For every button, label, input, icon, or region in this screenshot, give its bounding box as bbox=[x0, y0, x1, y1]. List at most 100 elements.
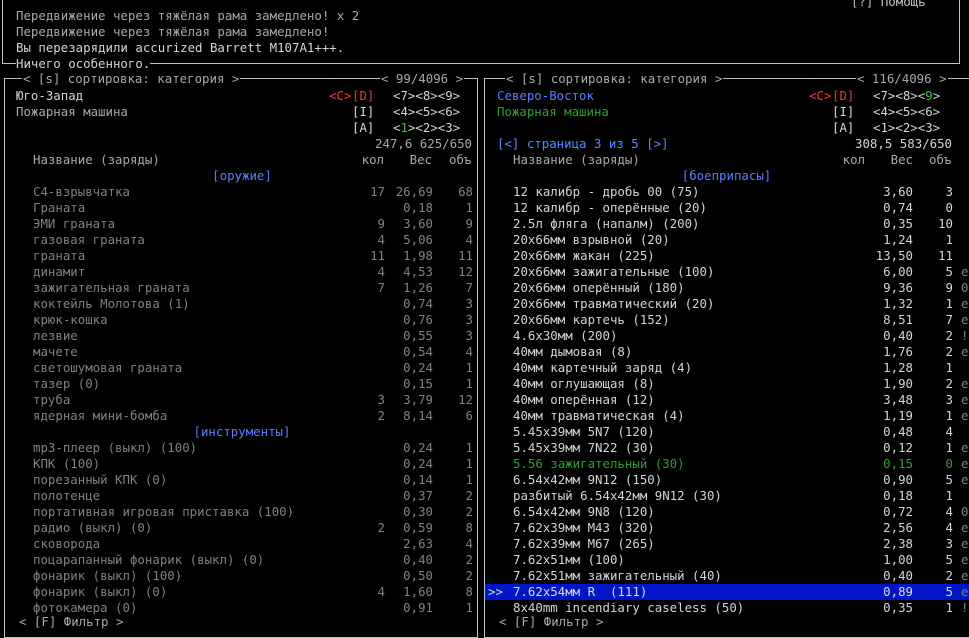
left-sort-button[interactable]: < [s] сортировка: категория > bbox=[22, 72, 241, 86]
right-item-row[interactable]: >> 7.62x54мм R (111) 0,89 5 e bbox=[485, 584, 969, 600]
item-volume: 1 bbox=[945, 488, 953, 503]
right-item-row[interactable]: 6.54x42мм 9N8 (120) 0,72 4 0 bbox=[485, 504, 969, 520]
right-item-row[interactable]: 20x66мм зажигательные (100) 6,00 5 e bbox=[485, 264, 969, 280]
right-header-weight[interactable]: Вес bbox=[873, 152, 913, 168]
right-header-volume[interactable]: объ bbox=[929, 152, 951, 168]
right-item-row[interactable]: 5.45x39мм 5N7 (120) 0,48 4 bbox=[485, 424, 969, 440]
right-page-navigation[interactable]: [<] страница 3 из 5 [>] bbox=[497, 136, 669, 152]
right-item-row[interactable]: 7.62x39мм M67 (265) 2,38 3 e bbox=[485, 536, 969, 552]
left-item-row[interactable]: фонарик (выкл) (0) 4 1,60 8 bbox=[5, 584, 477, 600]
left-item-row[interactable]: крюк-кошка 0,76 3 bbox=[5, 312, 477, 328]
right-item-row[interactable]: 20x66мм травматический (20) 1,32 1 e bbox=[485, 296, 969, 312]
left-item-row[interactable]: ядерная мини-бомба 2 8,14 6 bbox=[5, 408, 477, 424]
left-container-key-d[interactable]: [D] bbox=[352, 88, 374, 104]
left-item-row[interactable]: светошумовая граната 0,24 1 bbox=[5, 360, 477, 376]
right-inventory-key[interactable]: [I] bbox=[832, 104, 854, 120]
left-item-row[interactable]: порезанный КПК (0) 0,14 1 bbox=[5, 472, 477, 488]
right-item-row[interactable]: 40мм травматическая (4) 1,19 1 e bbox=[485, 408, 969, 424]
left-item-row[interactable]: тазер (0) 0,15 1 bbox=[5, 376, 477, 392]
left-item-row[interactable]: динамит 4 4,53 12 bbox=[5, 264, 477, 280]
right-item-row[interactable]: 4.6x30мм (200) 0,40 2! bbox=[485, 328, 969, 344]
left-header-volume[interactable]: объ bbox=[449, 152, 471, 168]
left-item-row[interactable]: зажигательная граната 7 1,26 7 bbox=[5, 280, 477, 296]
left-item-row[interactable]: портативная игровая приставка (100) 0,30 2 bbox=[5, 504, 477, 520]
right-item-row[interactable]: 20x66мм взрывной (20) 1,24 1 bbox=[485, 232, 969, 248]
item-amount: 2 bbox=[377, 520, 385, 535]
left-inventory-key[interactable]: [I] bbox=[352, 104, 374, 120]
left-dir-keys-row1[interactable]: <7><8><9> bbox=[393, 88, 460, 104]
item-flag: e bbox=[961, 472, 969, 487]
right-dir-keys-row2[interactable]: <4><5><6> bbox=[873, 104, 940, 120]
right-item-row[interactable]: 40мм оперённая (12) 3,48 3 e bbox=[485, 392, 969, 408]
selection-cursor: >> bbox=[488, 584, 503, 599]
item-flag: e bbox=[961, 536, 969, 551]
left-item-row[interactable]: мачете 0,54 4 bbox=[5, 344, 477, 360]
left-item-row[interactable]: коктейль Молотова (1) 0,74 3 bbox=[5, 296, 477, 312]
item-weight: 13,50 bbox=[875, 248, 913, 263]
item-name: 7.62x51мм (100) bbox=[513, 552, 625, 567]
right-item-row[interactable]: 12 калибр - оперённые (20) 0,74 0 bbox=[485, 200, 969, 216]
left-dir-keys-row3[interactable]: <1><2><3> bbox=[393, 120, 460, 136]
right-sort-button[interactable]: < [s] сортировка: категория > bbox=[505, 72, 724, 86]
right-container-key-c[interactable]: <C> bbox=[809, 88, 831, 104]
right-header-name[interactable]: Название (заряды) bbox=[513, 152, 640, 168]
item-name: зажигательная граната bbox=[33, 280, 190, 295]
left-item-row[interactable]: полотенце 0,37 2 bbox=[5, 488, 477, 504]
item-name: 6.54x42мм 9N8 (120) bbox=[513, 504, 655, 519]
right-item-row[interactable]: 40мм дымовая (8) 1,76 2 e bbox=[485, 344, 969, 360]
left-container-key-c[interactable]: <C> bbox=[329, 88, 351, 104]
left-item-row[interactable]: C4-взрывчатка 17 26,69 68 bbox=[5, 184, 477, 200]
right-item-row[interactable]: 20x66мм жакан (225) 13,50 11 bbox=[485, 248, 969, 264]
right-item-row[interactable]: 7.62x51мм зажигательный (40) 0,40 2 e bbox=[485, 568, 969, 584]
left-direction[interactable]: Юго-Запад bbox=[16, 88, 83, 104]
left-item-row[interactable]: mp3-плеер (выкл) (100) 0,24 1 bbox=[5, 440, 477, 456]
left-item-row[interactable]: сковорода 2,63 4 bbox=[5, 536, 477, 552]
right-item-row[interactable]: 40мм оглушающая (8) 1,90 2 e bbox=[485, 376, 969, 392]
item-volume: 2 bbox=[465, 552, 473, 567]
right-item-row[interactable]: 6.54x42мм 9N12 (150) 0,90 5 e bbox=[485, 472, 969, 488]
right-dir-keys-row1[interactable]: <7><8><9> bbox=[873, 88, 940, 104]
left-weight-volume: 247,6 625/650 bbox=[375, 136, 472, 151]
right-item-row[interactable]: 20x66мм картечь (152) 8,51 7 e bbox=[485, 312, 969, 328]
right-container-key-d[interactable]: [D] bbox=[832, 88, 854, 104]
item-volume: 8 bbox=[465, 584, 473, 599]
item-weight: 0,24 bbox=[403, 360, 433, 375]
right-item-row[interactable]: 7.62x39мм M43 (320) 2,56 4 e bbox=[485, 520, 969, 536]
item-weight: 0,30 bbox=[403, 504, 433, 519]
right-item-row[interactable]: 12 калибр - дробь 00 (75) 3,60 3 bbox=[485, 184, 969, 200]
item-name: портативная игровая приставка (100) bbox=[33, 504, 295, 519]
left-item-row[interactable]: газовая граната 4 5,06 4 bbox=[5, 232, 477, 248]
right-all-key[interactable]: [A] bbox=[832, 120, 854, 136]
left-item-row[interactable]: граната 11 1,98 11 bbox=[5, 248, 477, 264]
left-dir-keys-row2[interactable]: <4><5><6> bbox=[393, 104, 460, 120]
left-item-row[interactable]: ЭМИ граната 9 3,60 9 bbox=[5, 216, 477, 232]
left-item-row[interactable]: Граната 0,18 1 bbox=[5, 200, 477, 216]
left-header-weight[interactable]: Вес bbox=[392, 152, 432, 168]
help-button[interactable]: [?] Помощь bbox=[850, 0, 927, 9]
right-item-row[interactable]: 40мм картечный заряд (4) 1,28 1 bbox=[485, 360, 969, 376]
right-direction[interactable]: Северо-Восток bbox=[497, 88, 594, 104]
item-volume: 7 bbox=[465, 280, 473, 295]
left-item-row[interactable]: лезвие 0,55 3 bbox=[5, 328, 477, 344]
item-volume: 3 bbox=[945, 184, 953, 199]
left-filter-button[interactable]: < [F] Фильтр > bbox=[18, 615, 125, 629]
right-item-row[interactable]: 5.56 зажигательный (30) 0,15 0 e bbox=[485, 456, 969, 472]
right-filter-button[interactable]: < [F] Фильтр > bbox=[498, 615, 605, 629]
right-item-row[interactable]: 7.62x51мм (100) 1,00 5 e bbox=[485, 552, 969, 568]
item-volume: 3 bbox=[945, 536, 953, 551]
left-item-row[interactable]: радио (выкл) (0) 2 0,59 8 bbox=[5, 520, 477, 536]
left-all-key[interactable]: [A] bbox=[352, 120, 374, 136]
item-volume: 4 bbox=[945, 424, 953, 439]
right-item-row[interactable]: 5.45x39мм 7N22 (30) 0,12 1 e bbox=[485, 440, 969, 456]
left-item-row[interactable]: КПК (100) 0,24 1 bbox=[5, 456, 477, 472]
left-header-name[interactable]: Название (заряды) bbox=[33, 152, 160, 168]
left-item-row[interactable]: фонарик (выкл) (100) 0,50 2 bbox=[5, 568, 477, 584]
right-item-row[interactable]: 20x66мм оперённый (180) 9,36 9 0 bbox=[485, 280, 969, 296]
left-item-row[interactable]: поцарапанный фонарик (выкл) (0) 0,40 2 bbox=[5, 552, 477, 568]
left-header-amount[interactable]: кол bbox=[344, 152, 384, 168]
right-header-amount[interactable]: кол bbox=[825, 152, 865, 168]
right-dir-keys-row3[interactable]: <1><2><3> bbox=[873, 120, 940, 136]
left-item-row[interactable]: труба 3 3,79 12 bbox=[5, 392, 477, 408]
right-item-row[interactable]: 2.5л фляга (напалм) (200) 0,35 10 bbox=[485, 216, 969, 232]
right-item-row[interactable]: разбитый 6.54x42мм 9N12 (30) 0,18 1 bbox=[485, 488, 969, 504]
